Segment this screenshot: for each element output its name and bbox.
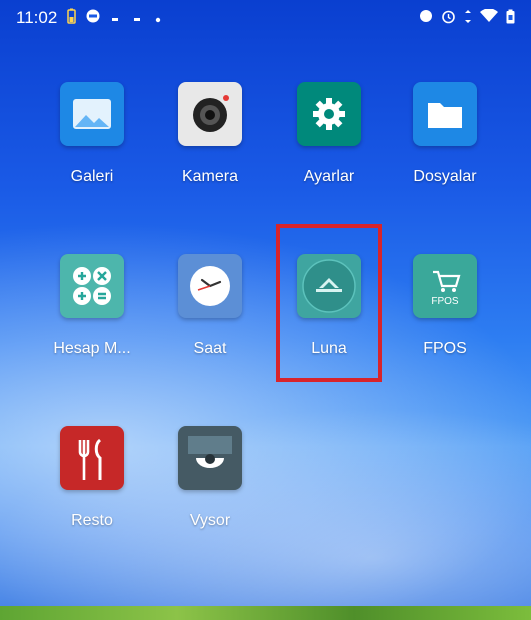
app-label: Saat — [193, 340, 227, 357]
gallery-icon — [60, 82, 124, 146]
app-label: FPOS — [423, 340, 467, 357]
restaurant-icon — [60, 426, 124, 490]
dot-icon — [154, 8, 162, 28]
app-kamera[interactable]: Kamera — [151, 82, 269, 186]
clock-icon — [178, 254, 242, 318]
app-galeri[interactable]: Galeri — [33, 82, 151, 186]
data-arrows-icon — [464, 9, 472, 28]
svg-text:FPOS: FPOS — [431, 296, 459, 307]
app-label: Galeri — [70, 168, 114, 185]
app-ayarlar[interactable]: Ayarlar — [270, 82, 388, 186]
app-label: Kamera — [181, 168, 239, 185]
status-time: 11:02 — [16, 8, 58, 27]
wifi-icon — [480, 8, 498, 27]
dot-icon — [132, 8, 144, 28]
notification-icon — [86, 8, 100, 28]
alarm-icon — [441, 9, 456, 28]
app-resto[interactable]: Resto — [33, 426, 151, 530]
circle-icon — [419, 9, 433, 27]
battery-saver-icon — [67, 8, 77, 29]
wallpaper-grass — [0, 606, 531, 620]
dot-icon — [110, 8, 122, 28]
battery-icon — [506, 9, 515, 28]
app-label: Hesap M... — [53, 340, 131, 357]
app-label: Ayarlar — [303, 168, 355, 185]
app-label: Vysor — [189, 512, 231, 529]
app-hesap-makinesi[interactable]: Hesap M... — [33, 254, 151, 358]
app-label: Resto — [71, 512, 113, 529]
status-bar: 11:02 — [0, 0, 531, 36]
folder-icon — [413, 82, 477, 146]
calculator-icon — [60, 254, 124, 318]
settings-gear-icon — [297, 82, 361, 146]
app-dosyalar[interactable]: Dosyalar — [386, 82, 504, 186]
app-fpos[interactable]: FPOS FPOS — [386, 254, 504, 358]
app-saat[interactable]: Saat — [151, 254, 269, 358]
app-vysor[interactable]: Vysor — [151, 426, 269, 530]
luna-highlight-box — [276, 224, 382, 382]
vysor-eye-icon — [178, 426, 242, 490]
camera-icon — [178, 82, 242, 146]
app-label: Dosyalar — [413, 168, 477, 185]
fpos-cart-icon: FPOS — [413, 254, 477, 318]
